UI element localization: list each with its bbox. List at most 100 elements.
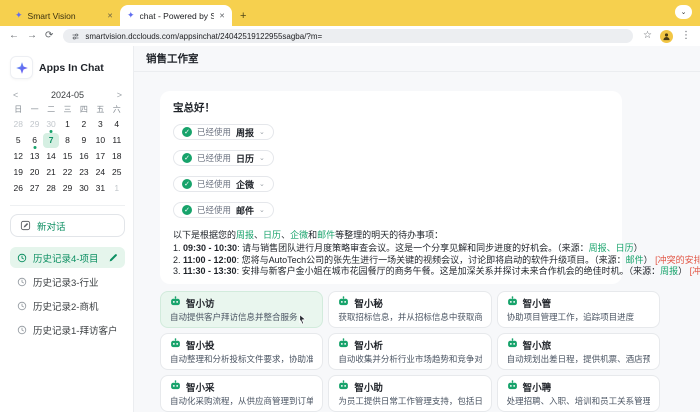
tab-chat-active[interactable]: ✦ chat - Powered by Smart Visi ✕ [120, 5, 232, 26]
calendar-day[interactable]: 19 [10, 165, 26, 180]
used-pill[interactable]: ✓已经使用日历⌄ [173, 150, 274, 166]
pill-prefix: 已经使用 [197, 204, 231, 216]
check-icon: ✓ [182, 205, 192, 215]
calendar-day[interactable]: 6 [26, 133, 42, 148]
site-settings-icon [71, 32, 80, 41]
new-chat-label: 新对话 [37, 219, 66, 233]
tab-strip: ✦ Smart Vision ✕ ✦ chat - Powered by Sma… [0, 0, 700, 26]
calendar-next-icon[interactable]: > [117, 90, 122, 100]
calendar-day[interactable]: 4 [109, 117, 125, 132]
tab-search-button[interactable]: ⌄ [675, 5, 692, 19]
calendar-day[interactable]: 13 [26, 149, 42, 164]
robot-icon [507, 380, 518, 394]
agent-card[interactable]: 智小聘处理招聘、入职、培训和员工关系管理任务 [497, 375, 660, 412]
calendar-day[interactable]: 24 [92, 165, 108, 180]
back-icon[interactable]: ← [9, 31, 19, 41]
calendar-day[interactable]: 2 [76, 117, 92, 132]
robot-icon [338, 380, 349, 394]
used-pill[interactable]: ✓已经使用周报⌄ [173, 124, 274, 140]
todo-intro: 以下是根据您的周报、日历、企微和邮件等整理的明天的待办事项： [173, 229, 609, 241]
history-item[interactable]: 历史记录1-拜访客户 [10, 319, 125, 340]
agent-card[interactable]: 智小旅自动规划出差日程，提供机票、酒店预订 [497, 333, 660, 370]
calendar-prev-icon[interactable]: < [13, 90, 18, 100]
calendar-day[interactable]: 23 [76, 165, 92, 180]
calendar-day[interactable]: 26 [10, 181, 26, 196]
history-item-label: 历史记录3-行业 [33, 275, 98, 289]
bookmark-star-icon[interactable]: ☆ [643, 31, 652, 41]
tab-close-icon[interactable]: ✕ [107, 12, 113, 20]
profile-avatar[interactable] [660, 30, 673, 43]
calendar-day[interactable]: 29 [26, 117, 42, 132]
agent-description: 自动化采购流程，从供应商管理到订单处理 [170, 395, 313, 407]
agent-name: 智小访 [186, 296, 215, 310]
calendar-day[interactable]: 30 [76, 181, 92, 196]
calendar-day[interactable]: 1 [59, 117, 75, 132]
reload-icon[interactable]: ⟳ [45, 31, 53, 41]
check-icon: ✓ [182, 179, 192, 189]
used-pills: ✓已经使用周报⌄✓已经使用日历⌄✓已经使用企微⌄✓已经使用邮件⌄ [173, 124, 609, 228]
calendar-day[interactable]: 17 [92, 149, 108, 164]
agent-card[interactable]: 智小助为员工提供日常工作管理支持，包括日程安排 [328, 375, 491, 412]
calendar-day[interactable]: 20 [26, 165, 42, 180]
history-item[interactable]: 历史记录2-商机 [10, 295, 125, 316]
calendar-day[interactable]: 15 [59, 149, 75, 164]
history-item[interactable]: 历史记录4-项目 [10, 247, 125, 268]
used-pill[interactable]: ✓已经使用企微⌄ [173, 176, 274, 192]
tab-smart-vision[interactable]: ✦ Smart Vision ✕ [8, 5, 120, 26]
agent-name: 智小助 [354, 380, 383, 394]
browser-menu-icon[interactable]: ⋮ [681, 31, 691, 41]
calendar-day[interactable]: 3 [92, 117, 108, 132]
agent-card[interactable]: 智小管协助项目管理工作，追踪项目进度 [497, 291, 660, 328]
calendar-day[interactable]: 11 [109, 133, 125, 148]
calendar-day[interactable]: 31 [92, 181, 108, 196]
calendar-day[interactable]: 29 [59, 181, 75, 196]
calendar-day[interactable]: 1 [109, 181, 125, 196]
new-chat-button[interactable]: 新对话 [10, 214, 125, 237]
agent-card[interactable]: 智小秘获取招标信息，并从招标信息中获取商机 [328, 291, 491, 328]
calendar-day[interactable]: 9 [76, 133, 92, 148]
agent-cards: 智小访自动提供客户拜访信息并整合服务智小秘获取招标信息，并从招标信息中获取商机智… [160, 291, 660, 412]
todo-text: 您将与AutoTech公司的张先生进行一场关键的视频会议，讨论即将启动的软件升级… [242, 255, 595, 265]
calendar-day[interactable]: 28 [10, 117, 26, 132]
calendar-day[interactable]: 16 [76, 149, 92, 164]
sidebar-divider [10, 205, 125, 206]
calendar-day[interactable]: 22 [59, 165, 75, 180]
calendar-day[interactable]: 8 [59, 133, 75, 148]
history-item[interactable]: 历史记录3-行业 [10, 271, 125, 292]
intro-segment: 和 [308, 230, 317, 240]
agent-name: 智小投 [186, 338, 215, 352]
url-bar[interactable]: smartvision.dcclouds.com/appsinchat/2404… [63, 29, 633, 43]
calendar-day[interactable]: 21 [43, 165, 59, 180]
calendar-day[interactable]: 28 [43, 181, 59, 196]
todo-text: 安排与新客户金小姐在城市花园餐厅的商务午餐。这是加深关系并探讨未来合作机会的绝佳… [242, 266, 629, 276]
calendar-day[interactable]: 5 [10, 133, 26, 148]
used-pill[interactable]: ✓已经使用邮件⌄ [173, 202, 274, 218]
tab-close-icon[interactable]: ✕ [219, 12, 225, 20]
agent-card-header: 智小聘 [507, 380, 650, 394]
calendar-day[interactable]: 12 [10, 149, 26, 164]
agent-card[interactable]: 智小投自动整理和分析投标文件要求，协助准备投标... [160, 333, 323, 370]
forward-icon[interactable]: → [27, 31, 37, 41]
calendar-day[interactable]: 10 [92, 133, 108, 148]
calendar-day[interactable]: 18 [109, 149, 125, 164]
calendar-day[interactable]: 14 [43, 149, 59, 164]
agent-card[interactable]: 智小析自动收集并分析行业市场趋势和竞争对手信息 [328, 333, 491, 370]
calendar-day-selected[interactable]: 7 [43, 133, 59, 148]
calendar-day[interactable]: 30 [43, 117, 59, 132]
edit-pencil-icon[interactable] [108, 253, 118, 263]
history-item-label: 历史记录4-项目 [33, 251, 98, 265]
calendar-grid: 日一二三四五六282930123456789101112131415161718… [10, 103, 125, 196]
cursor-pointer-icon [297, 312, 308, 330]
greeting-text: 宝总好！ [173, 100, 609, 115]
intro-segment: 邮件 [317, 230, 335, 240]
chevron-down-icon: ⌄ [259, 128, 265, 136]
agent-card[interactable]: 智小采自动化采购流程，从供应商管理到订单处理 [160, 375, 323, 412]
new-tab-button[interactable]: + [240, 10, 246, 22]
todo-source-close: ） [644, 255, 653, 265]
tab-favicon-icon: ✦ [127, 11, 135, 20]
agent-card[interactable]: 智小访自动提供客户拜访信息并整合服务 [160, 291, 323, 328]
intro-segment: 等整理的明天的待办事项： [335, 230, 443, 240]
calendar-day[interactable]: 27 [26, 181, 42, 196]
calendar-day[interactable]: 25 [109, 165, 125, 180]
intro-segment: 以下是根据您的 [173, 230, 236, 240]
